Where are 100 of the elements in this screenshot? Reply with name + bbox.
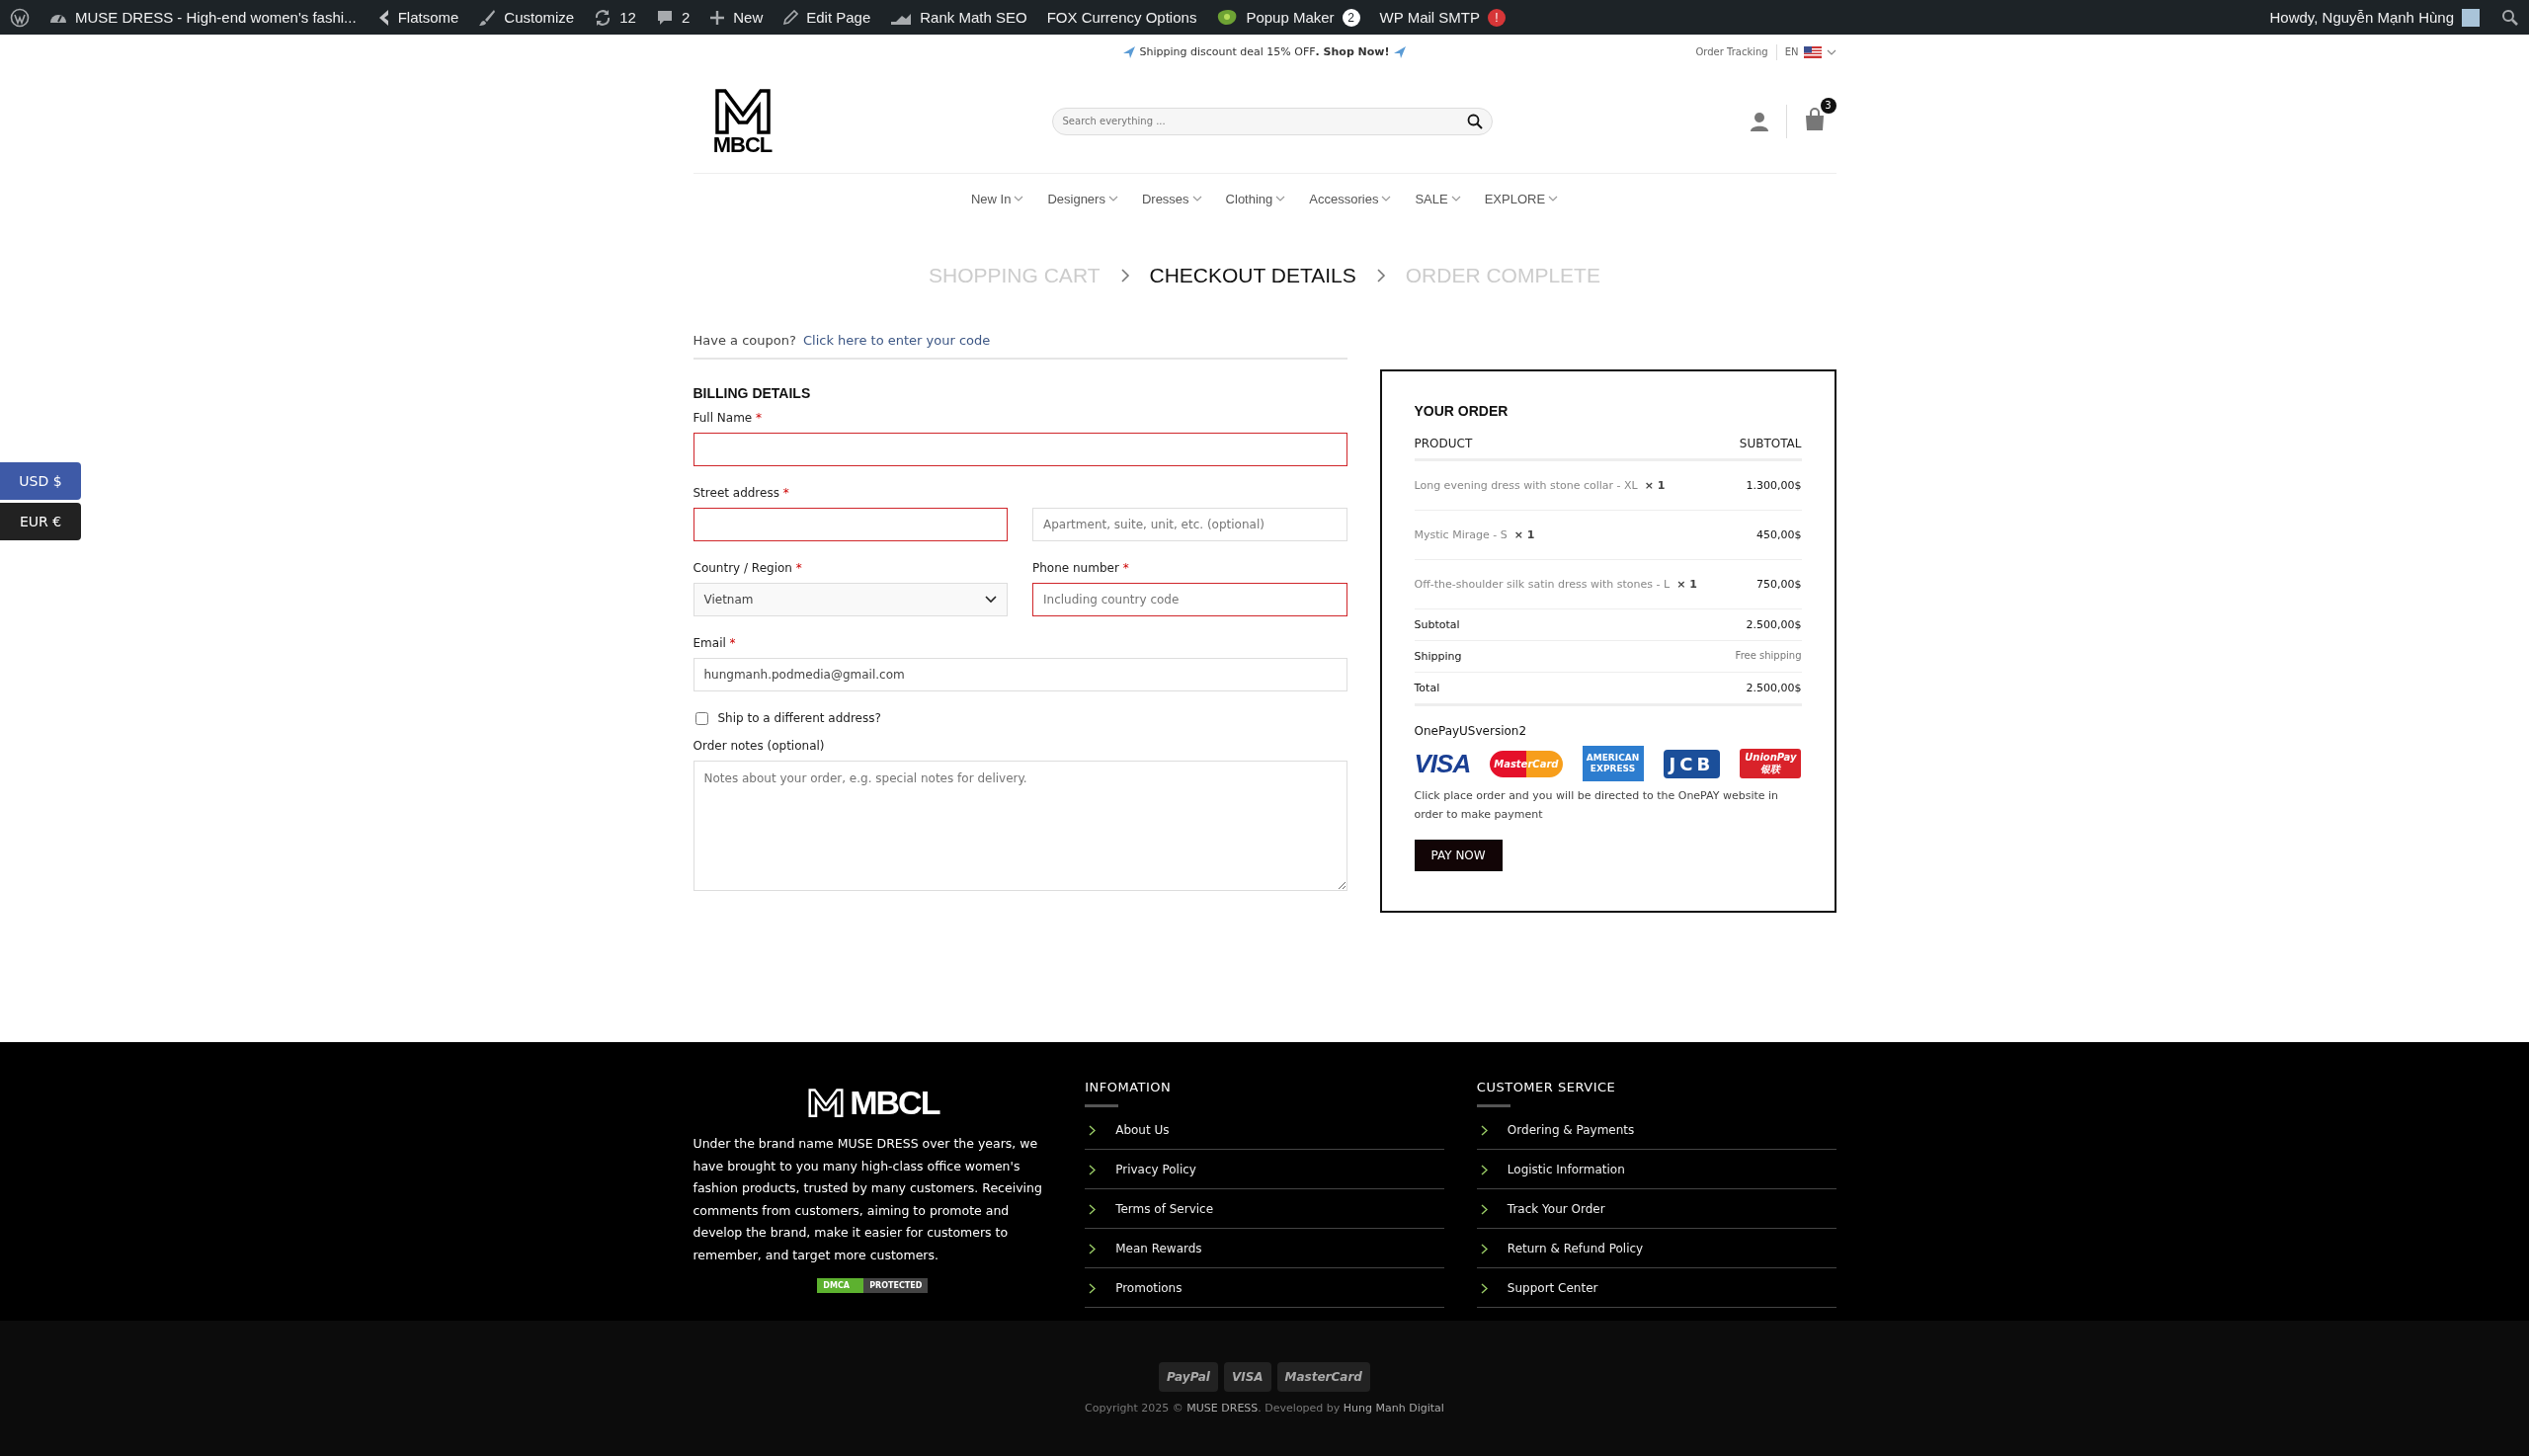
admin-bar-item[interactable]: Flatsome xyxy=(375,8,459,27)
chevron-down-icon xyxy=(1450,196,1461,202)
nav-menu-item[interactable]: Accessories xyxy=(1309,191,1392,206)
order-notes-field[interactable]: Notes about your order, e.g. special notes for delivery. xyxy=(693,761,1347,891)
checkbox-label: Ship to a different address? xyxy=(717,711,881,725)
pay-now-button[interactable]: PAY NOW xyxy=(1414,840,1503,872)
logo-mark-icon xyxy=(806,1088,847,1117)
payment-logo: PayPal xyxy=(1159,1362,1218,1392)
payment-logo: MasterCard xyxy=(1276,1362,1370,1392)
footer-link[interactable]: Ordering & Payments xyxy=(1507,1123,1635,1137)
admin-bar-item[interactable]: MUSE DRESS - High-end women's fashi... xyxy=(49,9,357,26)
nav-menu-item[interactable]: EXPLORE xyxy=(1484,191,1559,206)
chevron-right-icon xyxy=(1089,1124,1097,1136)
chevron-right-icon xyxy=(1089,1164,1097,1175)
search-field[interactable]: Search everything ... xyxy=(1051,107,1493,135)
about-text: Under the brand name MUSE DRESS over the years, we have brought to you many high-class office women's fashion products, trusted by many customers. Receiving comments from customers, aiming to promote and develop the brand, make it easier for customers to remember, and target more customers. xyxy=(693,1135,1043,1264)
wordpress-logo-icon[interactable] xyxy=(10,7,30,28)
chevron-right-icon xyxy=(1375,267,1386,283)
product-name: Mystic Mirage - S × 1 xyxy=(1414,528,1535,541)
total-value: 2.500,00$ xyxy=(1746,618,1802,631)
currency-option[interactable]: EUR € xyxy=(0,503,81,540)
chevron-right-icon xyxy=(1480,1282,1488,1294)
input-field[interactable] xyxy=(693,433,1347,466)
chevron-right-icon xyxy=(1119,267,1130,283)
chevron-down-icon xyxy=(1191,196,1202,202)
chevron-down-icon xyxy=(1381,196,1392,202)
chevron-right-icon xyxy=(1480,1164,1488,1175)
nav-menu-item[interactable]: Dresses xyxy=(1141,191,1202,206)
currency-option[interactable]: USD $ xyxy=(0,462,81,500)
footer-link[interactable]: Promotions xyxy=(1115,1281,1183,1295)
total-value: 2.500,00$ xyxy=(1746,682,1802,694)
user-icon[interactable] xyxy=(1748,110,1770,132)
admin-bar-item[interactable]: 12 xyxy=(594,8,636,27)
admin-bar-item[interactable]: New xyxy=(709,9,764,26)
field-label: Country / Region * xyxy=(693,561,803,575)
chevron-down-icon xyxy=(1826,48,1836,55)
admin-bar-item[interactable]: Customize xyxy=(478,8,575,27)
product-price: 450,00$ xyxy=(1756,528,1802,541)
search-icon[interactable] xyxy=(1466,113,1483,129)
nav-menu-item[interactable]: Clothing xyxy=(1225,191,1286,206)
alert-badge: ! xyxy=(1488,8,1506,27)
product-price: 1.300,00$ xyxy=(1746,479,1802,492)
input-field[interactable]: hungmanh.podmedia@gmail.com xyxy=(693,658,1347,691)
input-field[interactable]: Including country code xyxy=(1032,583,1347,616)
flag-icon xyxy=(1803,45,1822,58)
admin-bar-item[interactable]: Rank Math SEO xyxy=(890,9,1027,26)
chevron-down-icon xyxy=(1548,196,1559,202)
column-header: PRODUCT xyxy=(1414,437,1473,450)
checkout-step[interactable]: CHECKOUT DETAILS xyxy=(1149,263,1356,287)
nav-menu-item[interactable]: SALE xyxy=(1415,191,1461,206)
search-icon[interactable] xyxy=(2501,8,2519,27)
site-logo[interactable]: MBCL xyxy=(702,86,782,156)
chevron-down-icon xyxy=(1275,196,1286,202)
coupon-link[interactable]: Click here to enter your code xyxy=(803,333,991,348)
card-logo: JCB xyxy=(1663,749,1721,778)
nav-menu-item[interactable]: New In xyxy=(970,191,1024,206)
chevron-down-icon xyxy=(985,596,997,604)
footer-link[interactable]: Terms of Service xyxy=(1115,1202,1214,1216)
country-dropdown[interactable]: Vietnam xyxy=(693,583,1008,616)
section-heading: YOUR ORDER xyxy=(1414,403,1509,419)
total-value: Free shipping xyxy=(1735,650,1802,663)
footer-link[interactable]: About Us xyxy=(1115,1123,1170,1137)
blob-icon xyxy=(1216,8,1239,27)
total-label: Subtotal xyxy=(1414,618,1460,631)
total-label: Shipping xyxy=(1414,650,1462,663)
count-badge: 2 xyxy=(1342,8,1360,27)
admin-bar-item[interactable]: 2 xyxy=(655,8,691,27)
footer-link[interactable]: Support Center xyxy=(1507,1281,1598,1295)
chevron-right-icon xyxy=(1089,1282,1097,1294)
field-label: Phone number * xyxy=(1032,561,1130,575)
footer-link[interactable]: Logistic Information xyxy=(1507,1163,1625,1176)
footer-logo[interactable]: MBCL xyxy=(693,1086,1053,1119)
copyright-text: Copyright 2025 © MUSE DRESS. Developed by Hung Manh Digital xyxy=(1085,1402,1444,1415)
footer-heading: INFOMATION xyxy=(1085,1080,1173,1094)
footer-heading: CUSTOMER SERVICE xyxy=(1476,1080,1617,1094)
input-field[interactable] xyxy=(693,508,1008,541)
chevron-right-icon xyxy=(1480,1203,1488,1215)
checkbox[interactable] xyxy=(694,711,708,725)
footer-link[interactable]: Privacy Policy xyxy=(1115,1163,1196,1176)
chevron-right-icon xyxy=(1480,1243,1488,1254)
airplane-icon xyxy=(1392,44,1407,59)
payment-note: Click place order and you will be directed to the OnePAY website in order to make payment xyxy=(1414,788,1780,823)
order-tracking-link[interactable]: Order Tracking xyxy=(1695,46,1768,57)
payment-method-name: OnePayUSversion2 xyxy=(1414,724,1528,738)
admin-bar-item[interactable]: Edit Page xyxy=(782,9,871,26)
field-label: Full Name * xyxy=(693,411,764,425)
footer-link[interactable]: Track Your Order xyxy=(1507,1202,1605,1216)
admin-bar-item[interactable]: FOX Currency Options xyxy=(1046,9,1197,26)
admin-bar-item[interactable]: WP Mail SMTP ! xyxy=(1379,8,1506,27)
card-logo: AMERICAN EXPRESS xyxy=(1582,746,1644,781)
footer-link[interactable]: Return & Refund Policy xyxy=(1507,1242,1644,1255)
footer-link[interactable]: Mean Rewards xyxy=(1115,1242,1202,1255)
language-selector[interactable]: EN xyxy=(1784,45,1836,58)
account-menu[interactable]: Howdy, Nguyễn Mạnh Hùng xyxy=(2269,9,2454,26)
nav-menu-item[interactable]: Designers xyxy=(1047,191,1118,206)
brush-icon xyxy=(478,8,497,27)
pencil-icon xyxy=(782,9,799,26)
refresh-icon xyxy=(594,8,612,27)
admin-bar-item[interactable]: Popup Maker 2 xyxy=(1216,8,1360,27)
section-heading: BILLING DETAILS xyxy=(693,385,812,401)
